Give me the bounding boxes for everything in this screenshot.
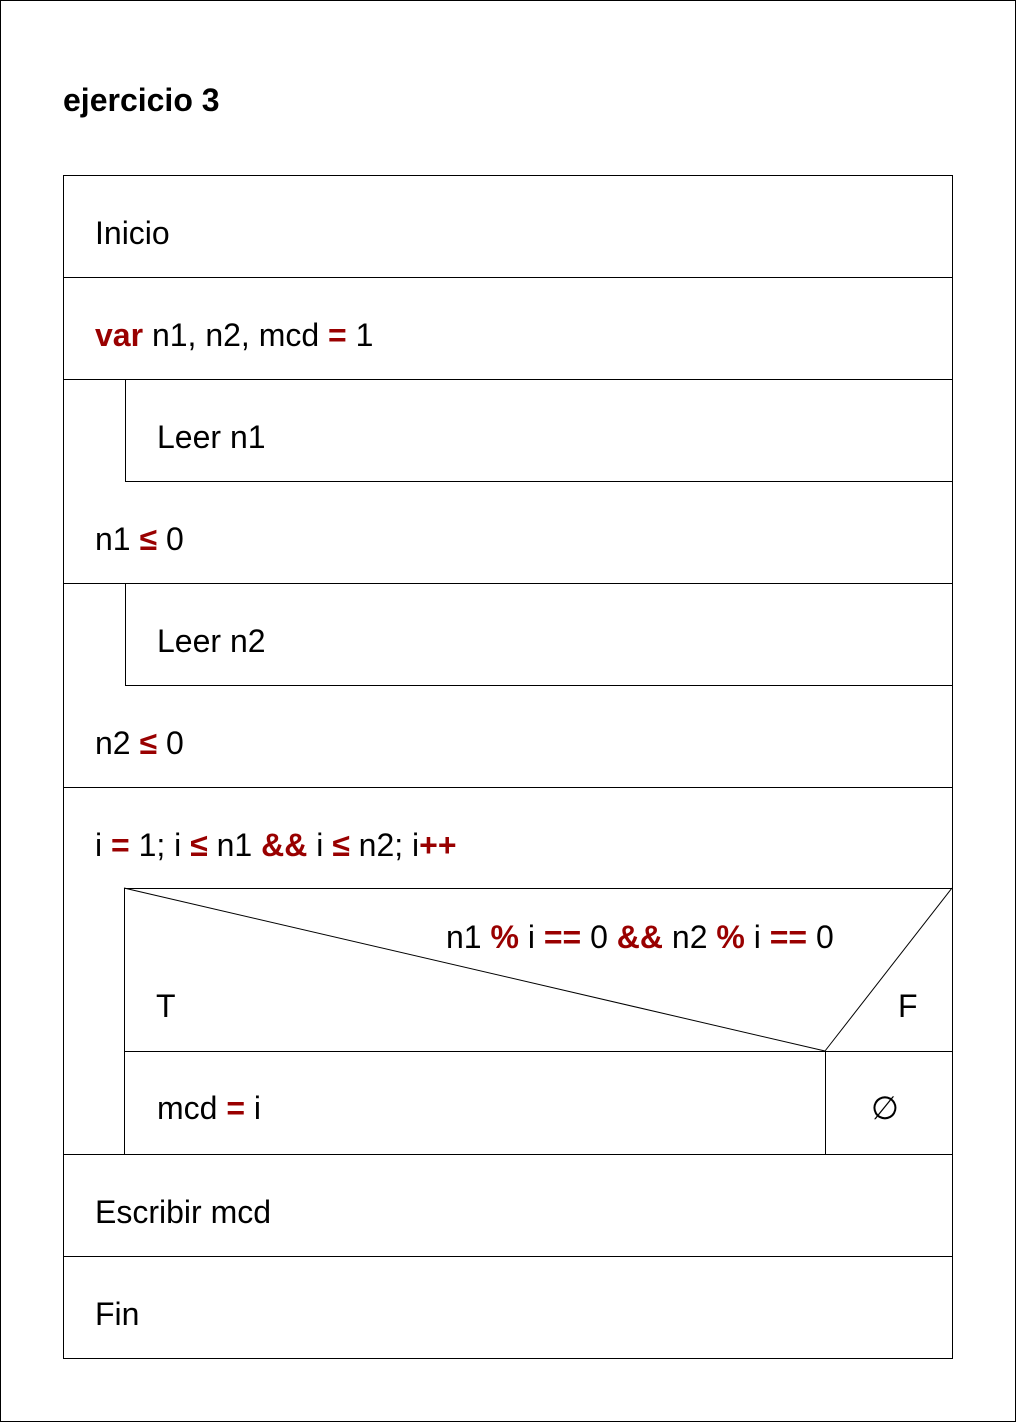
loop2-condition: n2 ≤ 0 [95,723,184,763]
assign-op: = [226,1090,246,1126]
if-part-2: i [527,919,535,955]
loop2-cond-right: 0 [165,725,184,761]
init-value: 1 [355,317,374,353]
if-condition: n1 % i == 0 && n2 % i == 0 [446,917,834,957]
loop1-cond-right: 0 [165,521,184,557]
if-true-label: T [156,988,176,1024]
operator-assign: = [328,317,347,353]
if-true-body: mcd = i [157,1088,261,1128]
loop2-body: Leer n2 [157,623,266,659]
loop2-operator: ≤ [139,725,158,761]
if-op-4: % [716,919,745,955]
inicio-block: Inicio [95,215,170,251]
keyword-var: var [95,317,144,353]
declared-vars: n1, n2, mcd [151,317,320,353]
for-part-5: n2; i [358,827,420,863]
if-op-5: == [769,919,808,955]
loop1-operator: ≤ [139,521,158,557]
loop2-cond-left: n2 [95,725,131,761]
for-part-3: n1 [216,827,253,863]
if-part-6: 0 [815,919,834,955]
if-part-3: 0 [590,919,608,955]
for-op-2: ≤ [190,827,208,863]
loop1-condition: n1 ≤ 0 [95,519,184,559]
for-loop-header: i = 1; i ≤ n1 && i ≤ n2; i++ [95,825,457,865]
for-part-2: 1; i [138,827,182,863]
if-op-2: == [543,919,582,955]
if-diagonal-true [123,887,826,1052]
for-op-4: ≤ [332,827,350,863]
if-op-1: % [490,919,519,955]
declare-block: var n1, n2, mcd = 1 [95,315,373,355]
assign-rhs: i [253,1090,262,1126]
for-op-1: = [111,827,130,863]
for-part-4: i [316,827,324,863]
escribir-block: Escribir mcd [95,1194,272,1230]
if-diagonal-false [824,887,953,1052]
loop1-body: Leer n1 [157,419,266,455]
if-part-1: n1 [446,919,482,955]
loop1-cond-left: n1 [95,521,131,557]
if-part-4: n2 [671,919,708,955]
for-op-5: ++ [419,827,457,863]
if-false-body-empty-icon: ∅ [871,1090,899,1126]
if-op-3: && [616,919,663,955]
if-part-5: i [753,919,761,955]
for-op-3: && [261,827,308,863]
assign-lhs: mcd [157,1090,218,1126]
for-part-1: i [95,827,103,863]
fin-block: Fin [95,1296,140,1332]
if-false-label: F [898,988,918,1024]
